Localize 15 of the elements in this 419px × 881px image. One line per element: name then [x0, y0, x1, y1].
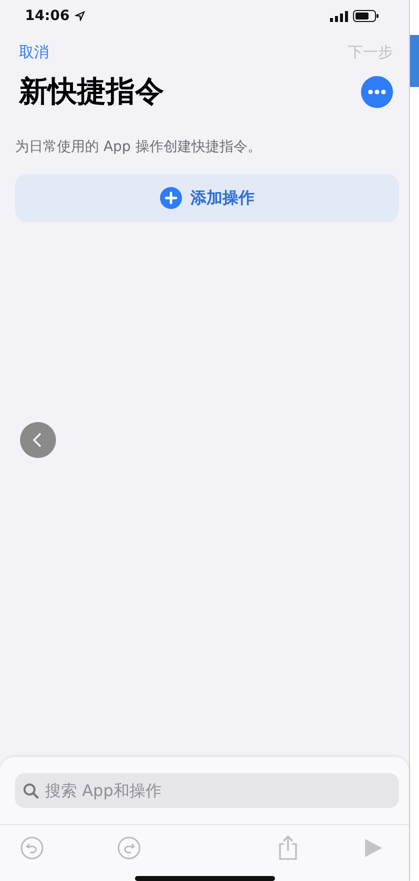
status-time: 14:06	[25, 8, 70, 24]
more-icon[interactable]	[361, 76, 393, 108]
add-action-button[interactable]: 添加操作	[15, 174, 399, 222]
battery-icon	[353, 10, 379, 22]
signal-icon	[330, 10, 348, 22]
back-icon[interactable]	[20, 422, 56, 458]
cancel-button[interactable]: 取消	[19, 43, 49, 62]
share-icon[interactable]	[277, 835, 299, 861]
redo-icon[interactable]	[117, 836, 141, 860]
location-arrow-icon	[74, 11, 85, 21]
search-field[interactable]: 搜索 App和操作	[15, 773, 399, 808]
plus-icon	[160, 187, 182, 209]
undo-icon[interactable]	[20, 836, 44, 860]
page-title: 新快捷指令	[19, 73, 164, 110]
description-text: 为日常使用的 App 操作创建快捷指令。	[15, 138, 262, 156]
